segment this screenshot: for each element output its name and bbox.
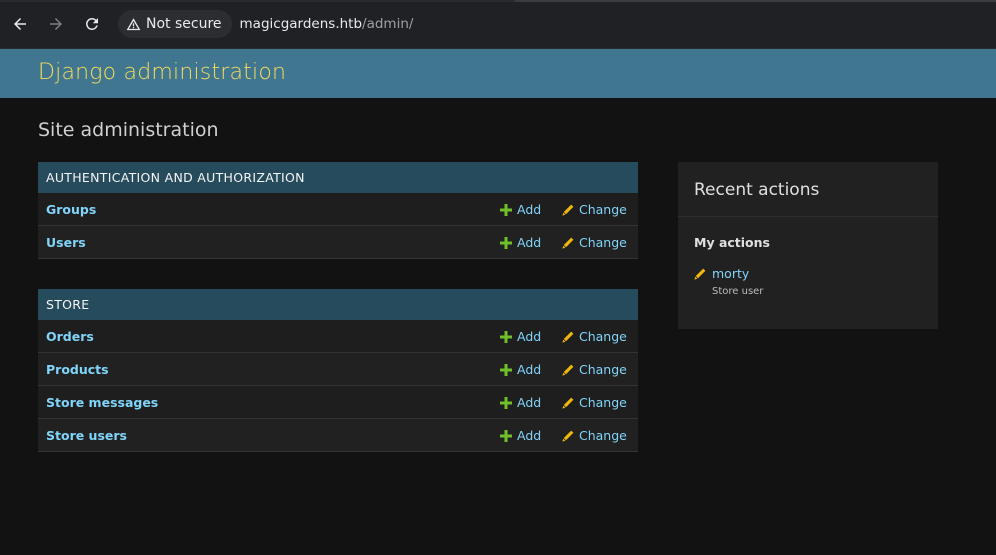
add-button[interactable]: Add — [500, 202, 541, 217]
change-button[interactable]: Change — [562, 202, 627, 217]
add-label: Add — [517, 395, 542, 410]
table-row: Store messages Add Change — [38, 386, 638, 419]
recent-action-link[interactable]: morty — [712, 266, 749, 281]
page-title: Site administration — [38, 119, 219, 141]
add-label: Add — [517, 362, 542, 377]
recent-action-type: Store user — [712, 286, 764, 297]
change-button[interactable]: Change — [562, 395, 627, 410]
add-label: Add — [517, 235, 542, 250]
tab-strip — [0, 0, 996, 2]
site-header: Django administration — [0, 49, 996, 98]
table-row: Products Add Change — [38, 353, 638, 386]
plus-icon — [500, 236, 512, 249]
pencil-icon — [562, 331, 574, 343]
model-link-orders[interactable]: Orders — [46, 329, 94, 344]
pencil-icon — [562, 204, 574, 216]
url-host: magicgardens.htb — [239, 16, 363, 32]
module-auth: AUTHENTICATION AND AUTHORIZATION Groups … — [38, 162, 638, 259]
add-label: Add — [517, 329, 542, 344]
change-button[interactable]: Change — [562, 428, 627, 443]
recent-action-item: morty — [694, 266, 749, 281]
plus-icon — [500, 429, 512, 442]
model-link-products[interactable]: Products — [46, 362, 109, 377]
recent-actions-panel: Recent actions My actions morty Store us… — [678, 162, 938, 329]
table-row: Orders Add Change — [38, 320, 638, 353]
arrow-right-icon — [50, 18, 62, 30]
pencil-icon — [694, 268, 706, 280]
module-store: STORE Orders Add Change Products Add Cha… — [38, 289, 638, 452]
pencil-icon — [562, 237, 574, 249]
reload-icon — [86, 17, 98, 30]
recent-actions-title: Recent actions — [694, 180, 820, 200]
plus-icon — [500, 203, 512, 216]
change-label: Change — [579, 202, 627, 217]
add-button[interactable]: Add — [500, 235, 541, 250]
reload-button[interactable] — [81, 13, 103, 35]
add-button[interactable]: Add — [500, 329, 541, 344]
pencil-icon — [562, 364, 574, 376]
add-label: Add — [517, 202, 542, 217]
change-label: Change — [579, 362, 627, 377]
change-label: Change — [579, 235, 627, 250]
my-actions-heading: My actions — [694, 235, 770, 250]
model-link-groups[interactable]: Groups — [46, 202, 96, 217]
security-indicator[interactable]: Not secure — [118, 10, 232, 38]
plus-icon — [500, 330, 512, 343]
forward-button[interactable] — [45, 13, 67, 35]
security-label: Not secure — [146, 16, 222, 32]
module-caption[interactable]: AUTHENTICATION AND AUTHORIZATION — [38, 162, 638, 193]
add-label: Add — [517, 428, 542, 443]
model-link-store-messages[interactable]: Store messages — [46, 395, 158, 410]
add-button[interactable]: Add — [500, 395, 541, 410]
table-row: Groups Add Change — [38, 193, 638, 226]
table-row: Store users Add Change — [38, 419, 638, 452]
add-button[interactable]: Add — [500, 428, 541, 443]
change-label: Change — [579, 428, 627, 443]
pencil-icon — [562, 430, 574, 442]
change-label: Change — [579, 329, 627, 344]
model-link-users[interactable]: Users — [46, 235, 86, 250]
arrow-left-icon — [14, 18, 26, 30]
url-text[interactable]: magicgardens.htb/admin/ — [240, 16, 414, 32]
plus-icon — [500, 396, 512, 409]
plus-icon — [500, 363, 512, 376]
change-button[interactable]: Change — [562, 329, 627, 344]
address-bar[interactable]: Not secure magicgardens.htb/admin/ — [118, 10, 988, 38]
change-label: Change — [579, 395, 627, 410]
change-button[interactable]: Change — [562, 235, 627, 250]
back-button[interactable] — [9, 13, 31, 35]
site-branding[interactable]: Django administration — [38, 60, 286, 85]
warning-triangle-icon — [126, 17, 141, 30]
model-link-store-users[interactable]: Store users — [46, 428, 127, 443]
table-row: Users Add Change — [38, 226, 638, 259]
add-button[interactable]: Add — [500, 362, 541, 377]
change-button[interactable]: Change — [562, 362, 627, 377]
divider — [678, 216, 938, 217]
url-path: /admin/ — [362, 16, 414, 32]
pencil-icon — [562, 397, 574, 409]
browser-toolbar: Not secure magicgardens.htb/admin/ — [0, 0, 996, 49]
module-caption[interactable]: STORE — [38, 289, 638, 320]
